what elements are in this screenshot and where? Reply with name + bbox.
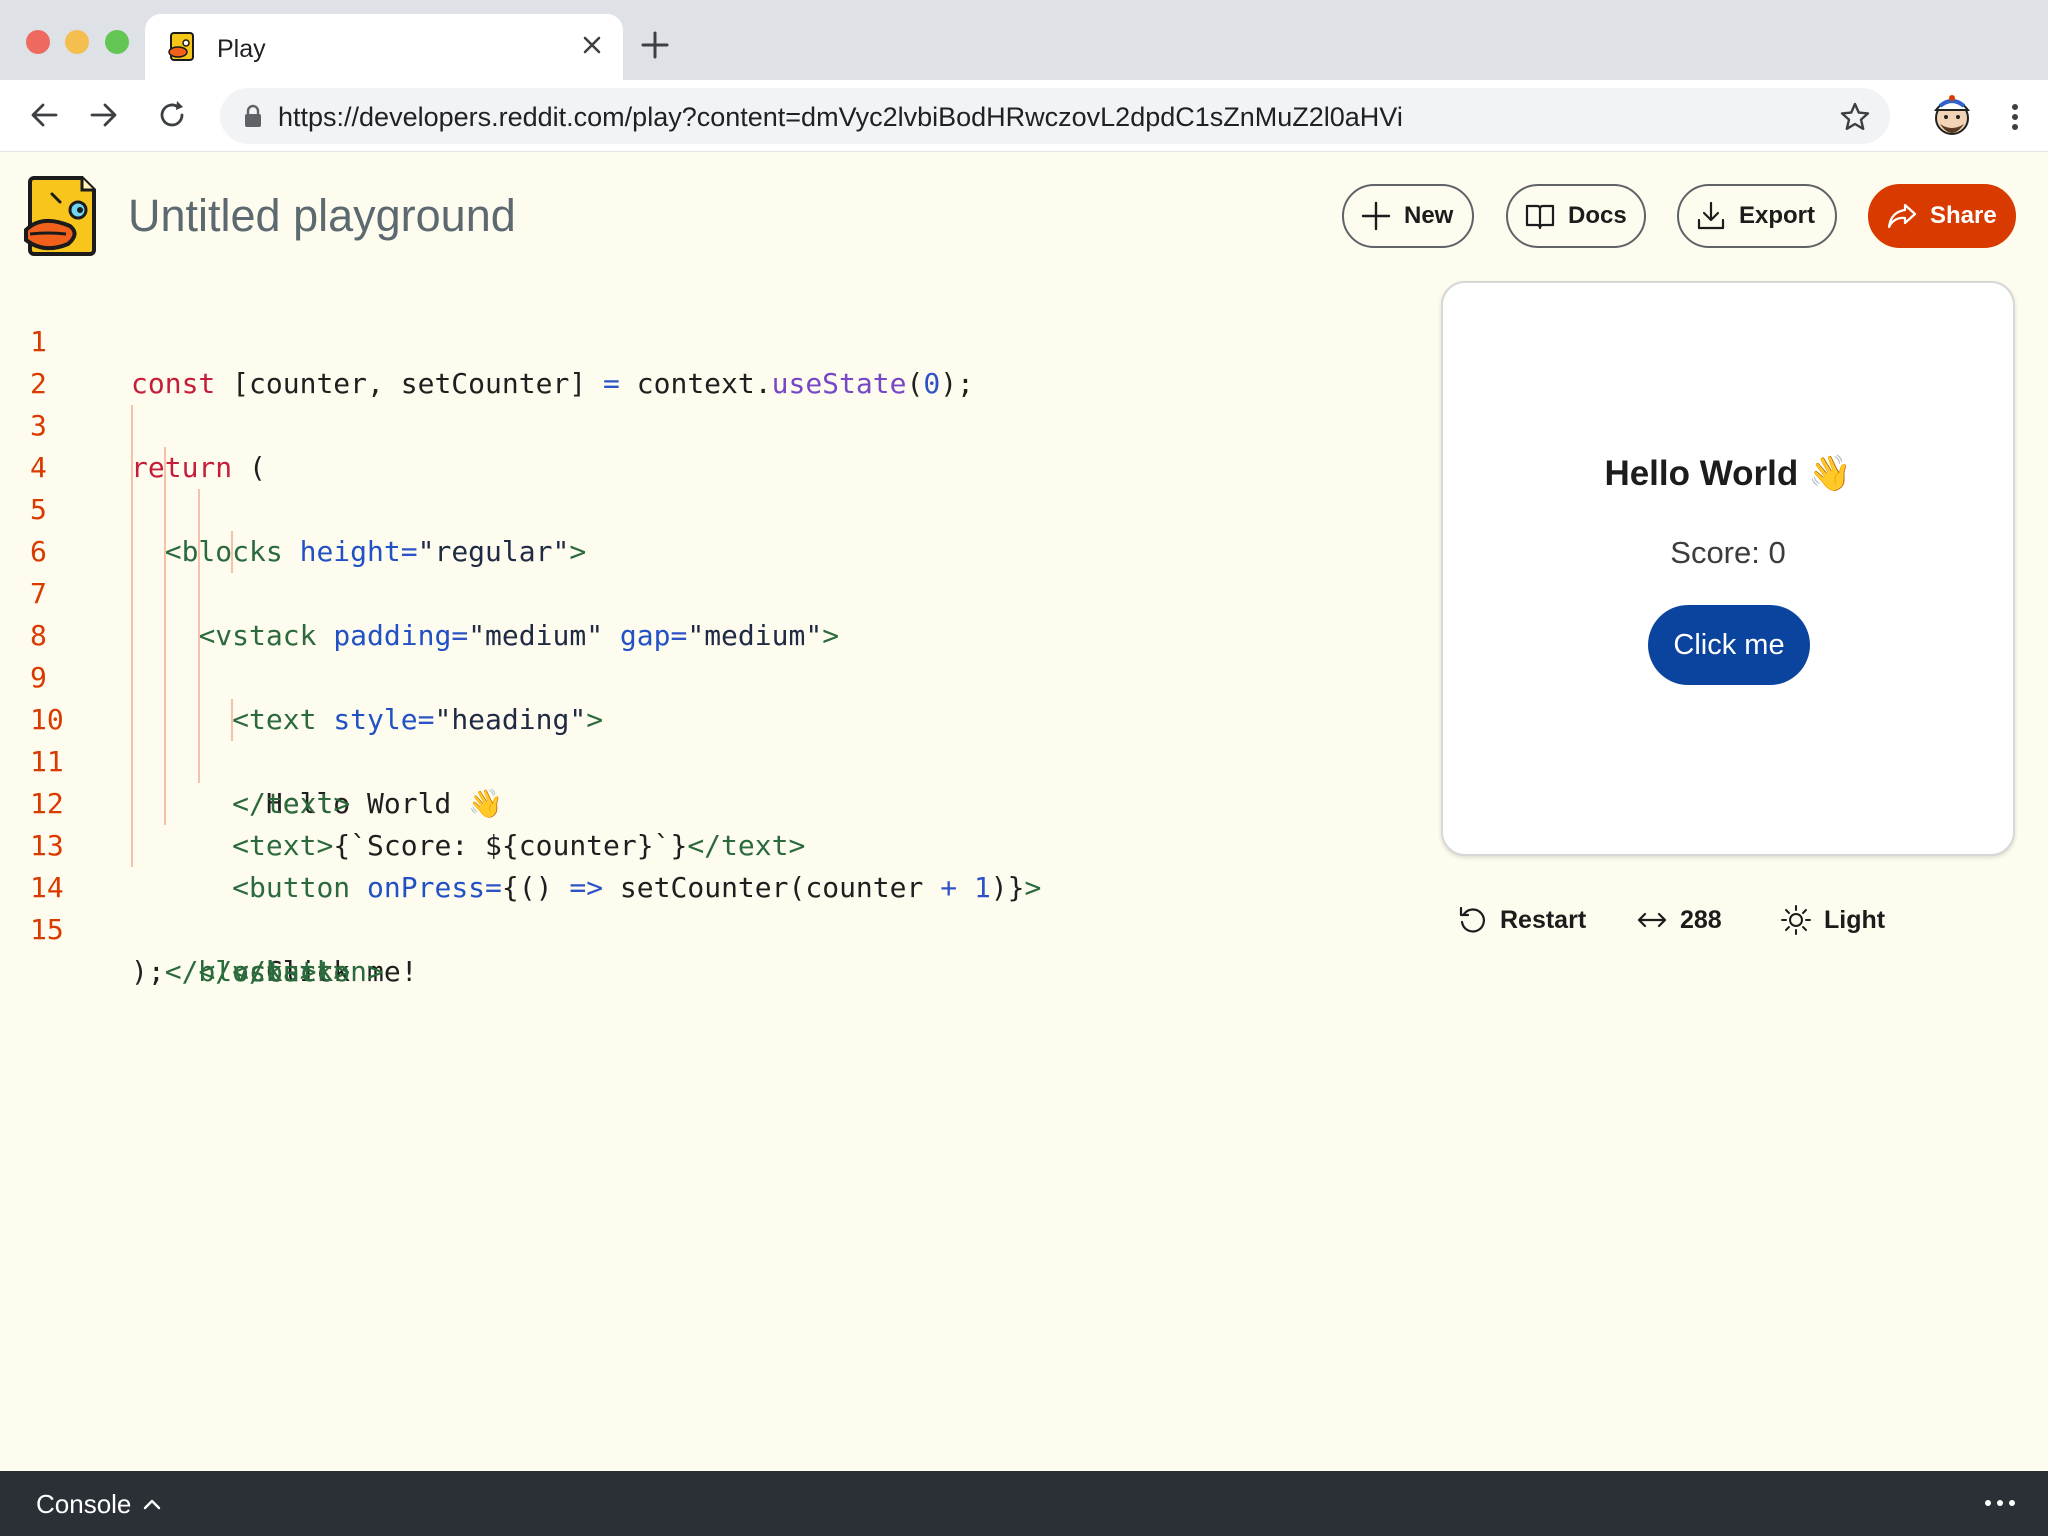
preview-width-control[interactable]: 288 <box>1636 902 1722 938</box>
book-icon <box>1525 204 1555 230</box>
close-window-button[interactable] <box>26 30 50 54</box>
line-number: 15 <box>30 913 64 946</box>
new-tab-icon[interactable] <box>638 28 672 62</box>
plus-icon <box>1361 201 1391 231</box>
export-button-label: Export <box>1739 202 1816 229</box>
duck-logo-icon <box>24 176 96 256</box>
duck-favicon-icon <box>168 32 194 61</box>
url-text: https://developers.reddit.com/play?conte… <box>278 102 1403 132</box>
profile-avatar-icon[interactable] <box>1930 88 1974 142</box>
code-editor[interactable]: 1 const [counter, setCounter] = context.… <box>0 279 1400 988</box>
indent-guide <box>131 699 133 741</box>
indent-guide <box>164 699 166 741</box>
indent-guide <box>231 699 233 741</box>
chevron-up-icon <box>144 1499 161 1509</box>
indent-guide <box>198 531 200 573</box>
share-arrow-icon <box>1887 203 1917 229</box>
code-line: 2 <box>0 321 1400 400</box>
indent-guide <box>131 825 133 867</box>
indent-guide <box>131 783 133 825</box>
back-arrow-icon[interactable] <box>26 96 64 134</box>
indent-guide <box>164 573 166 615</box>
code-text: ); <box>131 955 165 988</box>
address-bar[interactable]: https://developers.reddit.com/play?conte… <box>220 88 1890 144</box>
indent-guide <box>164 489 166 531</box>
indent-guide <box>131 447 133 489</box>
indent-guide <box>131 573 133 615</box>
tab-title: Play <box>217 35 266 63</box>
indent-guide <box>198 489 200 531</box>
theme-toggle[interactable]: Light <box>1780 902 1885 938</box>
indent-guide <box>198 741 200 783</box>
export-button[interactable]: Export <box>1677 184 1837 248</box>
preview-heading: Hello World 👋 <box>1604 454 1852 493</box>
indent-guide <box>164 741 166 783</box>
width-value: 288 <box>1680 905 1722 934</box>
code-line: 9 <text>{`Score: ${counter}`}</text> <box>0 615 1400 862</box>
code-line: 8 </text> <box>0 573 1400 820</box>
restart-button[interactable]: Restart <box>1456 902 1586 938</box>
console-bar: Console <box>0 1471 2048 1536</box>
maximize-window-button[interactable] <box>105 30 129 54</box>
theme-label: Light <box>1824 905 1886 934</box>
code-line: 4 <blocks height="regular"> <box>0 405 1400 568</box>
indent-guide <box>164 657 166 699</box>
console-label: Console <box>36 1489 132 1519</box>
new-button[interactable]: New <box>1342 184 1474 248</box>
reload-icon[interactable] <box>153 96 191 134</box>
indent-guide <box>231 531 233 573</box>
share-button-label: Share <box>1930 202 1997 229</box>
indent-guide <box>131 489 133 531</box>
indent-guide <box>198 657 200 699</box>
indent-guide <box>131 405 133 447</box>
share-button[interactable]: Share <box>1868 184 2016 248</box>
close-tab-icon[interactable] <box>577 30 607 60</box>
indent-guide <box>131 615 133 657</box>
indent-guide <box>164 447 166 489</box>
code-line: 7 Hello World 👋 <box>0 531 1400 820</box>
code-line: 5 <vstack padding="medium" gap="medium"> <box>0 447 1400 652</box>
bookmark-star-icon[interactable] <box>1838 100 1872 134</box>
code-line: 15 ); <box>0 867 1400 988</box>
preview-score: Score: 0 <box>1670 535 1786 570</box>
code-line: 13 </vstack> <box>0 783 1400 988</box>
sun-icon <box>1781 905 1811 935</box>
indent-guide <box>164 615 166 657</box>
docs-button-label: Docs <box>1568 202 1627 229</box>
docs-button[interactable]: Docs <box>1506 184 1646 248</box>
new-button-label: New <box>1404 202 1454 229</box>
browser-menu-icon[interactable] <box>2000 100 2030 134</box>
browser-tab[interactable]: Play <box>145 14 623 80</box>
indent-guide <box>164 531 166 573</box>
restart-icon <box>1459 906 1485 933</box>
more-horizontal-icon[interactable] <box>1982 1491 2018 1515</box>
code-line: 12 </button> <box>0 741 1400 988</box>
code-line: 6 <text style="heading"> <box>0 489 1400 736</box>
indent-guide <box>198 573 200 615</box>
browser-tab-strip: Play <box>0 0 2048 80</box>
download-icon <box>1697 201 1725 230</box>
console-toggle[interactable]: Console <box>36 1489 163 1520</box>
preview-panel: Hello World 👋 Score: 0 Click me <box>1441 281 2015 856</box>
code-line: 3 return ( <box>0 363 1400 484</box>
preview-click-button[interactable]: Click me <box>1648 605 1810 685</box>
width-arrows-icon <box>1637 912 1667 928</box>
code-line: 11 Click me! <box>0 699 1400 988</box>
indent-guide <box>131 741 133 783</box>
restart-label: Restart <box>1500 905 1587 934</box>
browser-toolbar: https://developers.reddit.com/play?conte… <box>0 80 2048 152</box>
indent-guide <box>198 615 200 657</box>
forward-arrow-icon[interactable] <box>84 96 122 134</box>
minimize-window-button[interactable] <box>65 30 89 54</box>
indent-guide <box>198 699 200 741</box>
indent-guide <box>164 783 166 825</box>
code-line: 10 <button onPress={() => setCounter(cou… <box>0 657 1400 904</box>
code-line: 1 const [counter, setCounter] = context.… <box>0 279 1400 400</box>
playground-title[interactable]: Untitled playground <box>128 190 516 242</box>
indent-guide <box>131 531 133 573</box>
lock-icon <box>245 104 261 127</box>
indent-guide <box>131 657 133 699</box>
code-line: 14 </blocks> <box>0 825 1400 988</box>
